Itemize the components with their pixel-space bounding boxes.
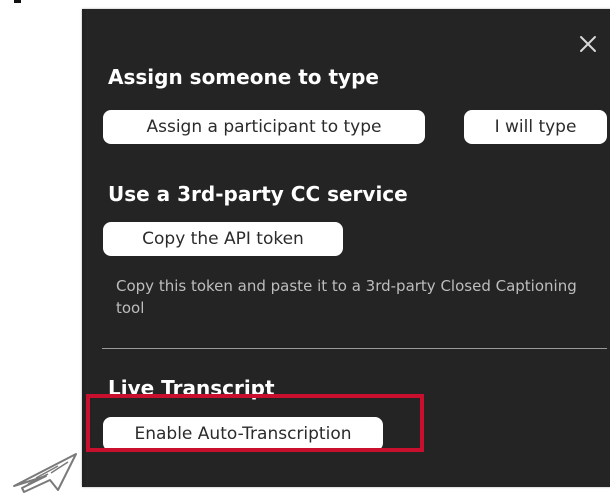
copy-api-token-button[interactable]: Copy the API token xyxy=(103,222,343,256)
assign-heading: Assign someone to type xyxy=(108,65,379,89)
close-icon xyxy=(580,36,596,52)
arrow-pointer-icon xyxy=(13,453,77,493)
panel-edge xyxy=(82,9,88,487)
enable-auto-transcription-button[interactable]: Enable Auto-Transcription xyxy=(103,417,383,451)
third-party-heading: Use a 3rd-party CC service xyxy=(108,182,408,206)
assign-participant-button[interactable]: Assign a participant to type xyxy=(103,110,425,144)
section-divider xyxy=(102,348,607,349)
screenshot-stage: Assign someone to type Assign a particip… xyxy=(0,0,610,494)
i-will-type-button[interactable]: I will type xyxy=(464,110,607,144)
closed-caption-panel: Assign someone to type Assign a particip… xyxy=(82,9,610,487)
close-button[interactable] xyxy=(577,33,599,55)
live-transcript-heading: Live Transcript xyxy=(108,376,275,400)
api-token-description: Copy this token and paste it to a 3rd-pa… xyxy=(116,277,577,317)
cropped-text-fragment xyxy=(0,0,28,18)
